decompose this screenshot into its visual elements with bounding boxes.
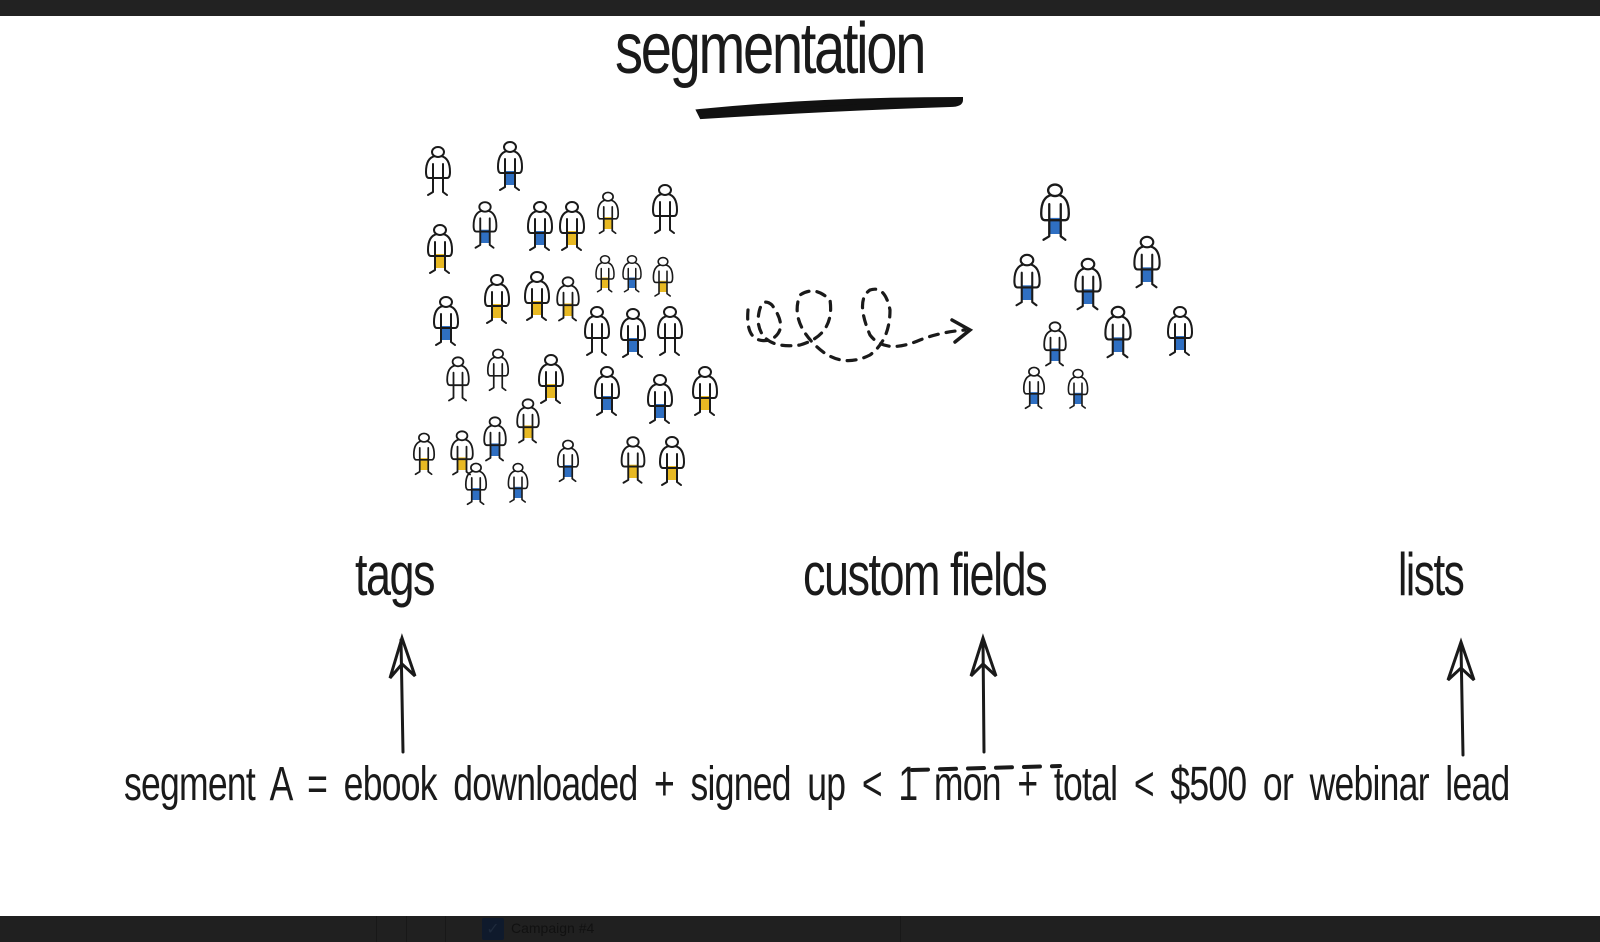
person-figure (619, 308, 647, 358)
person-figure (658, 436, 686, 486)
taskbar-divider (445, 916, 446, 942)
person-figure (556, 439, 580, 483)
person-figure (620, 436, 646, 484)
dashed-loop-arrow (746, 287, 967, 363)
arrow-lists (1446, 637, 1476, 757)
person-figure (583, 306, 611, 356)
person-figure (1133, 235, 1161, 289)
person-figure (1067, 368, 1089, 409)
arrow-tags (388, 633, 417, 754)
person-figure (426, 224, 454, 274)
person-figure (1104, 305, 1132, 359)
checkmark-icon[interactable]: ✓ (482, 918, 504, 940)
person-figure (523, 271, 551, 321)
person-figure (646, 374, 674, 424)
person-figure (483, 274, 511, 324)
person-figure (412, 432, 436, 476)
person-figure (593, 366, 621, 416)
person-figure (450, 430, 474, 476)
person-figure (1040, 183, 1070, 241)
person-figure (652, 256, 674, 297)
person-figure (596, 191, 620, 235)
person-figure (1013, 253, 1041, 307)
person-figure (516, 398, 540, 444)
taskbar-item-campaign[interactable]: Campaign #4 (511, 920, 594, 936)
label-tags: tags (355, 541, 436, 608)
person-figure (1166, 306, 1194, 356)
person-figure (651, 184, 679, 234)
title-underline (695, 96, 964, 120)
person-figure (556, 276, 580, 322)
segment-formula: segment A = ebook downloaded + signed up… (124, 758, 1510, 811)
person-figure (496, 141, 524, 191)
bottom-taskbar: ✓ Campaign #4 (0, 916, 1600, 942)
person-figure (691, 366, 719, 416)
person-figure (537, 354, 565, 404)
person-figure (526, 201, 554, 251)
segment-group (1013, 183, 1194, 410)
person-figure (595, 255, 615, 293)
person-figure (1022, 366, 1046, 410)
label-custom-fields: custom fields (803, 541, 1048, 608)
person-figure (472, 201, 498, 249)
person-figure (432, 296, 460, 346)
person-figure (446, 356, 470, 402)
taskbar-divider (900, 916, 901, 942)
person-figure (622, 255, 642, 293)
person-figure (656, 306, 684, 356)
arrow-custom-fields (969, 633, 998, 754)
person-figure (486, 348, 510, 392)
person-figure (464, 462, 488, 506)
person-figure (483, 416, 507, 462)
label-lists: lists (1398, 541, 1465, 608)
taskbar-divider (406, 916, 407, 942)
crowd-group (412, 141, 719, 506)
person-figure (1043, 321, 1067, 367)
person-figure (424, 146, 452, 196)
person-figure (558, 201, 586, 251)
person-figure (1074, 257, 1102, 311)
person-figure (507, 462, 529, 503)
taskbar-divider (376, 916, 377, 942)
